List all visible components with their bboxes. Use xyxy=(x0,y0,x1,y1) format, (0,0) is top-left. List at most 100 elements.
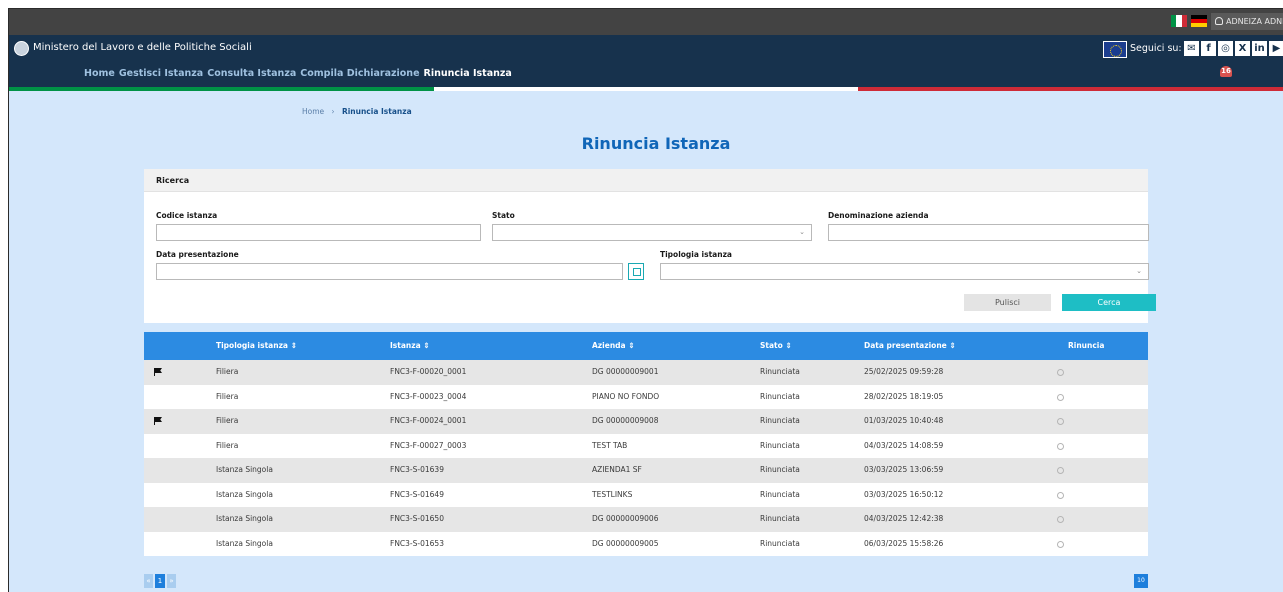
table-row[interactable]: Istanza Singola FNC3-S-01649 TESTLINKS Rinu… xyxy=(144,482,1148,507)
table-row[interactable]: Filiera FNC3-F-00027_0003 TEST TAB Rinuncia… xyxy=(144,433,1148,458)
table-row[interactable]: Istanza Singola FNC3-S-01653 DG 0000000900… xyxy=(144,531,1148,556)
cell-data: 04/03/2025 12:42:38 xyxy=(864,514,944,523)
user-name: ADNEIZA ADNEIZA xyxy=(1226,17,1283,26)
column-header-istanza[interactable]: Istanza ⇕ xyxy=(390,332,430,360)
chevron-down-icon: ⌄ xyxy=(1136,267,1142,275)
cell-azienda: PIANO NO FONDO xyxy=(592,391,660,401)
cell-stato: Rinunciata xyxy=(760,416,800,425)
cell-tipologia: Istanza Singola xyxy=(216,465,273,474)
rinuncia-radio-icon[interactable] xyxy=(1057,540,1064,548)
user-icon xyxy=(1215,17,1223,25)
cell-azienda: TEST TAB xyxy=(592,440,628,450)
rinuncia-radio-icon[interactable] xyxy=(1057,491,1064,499)
denominazione-azienda-label: Denominazione azienda xyxy=(828,211,929,220)
pagination-next-button[interactable]: » xyxy=(167,574,176,588)
cell-azienda: DG 00000009006 xyxy=(592,514,659,523)
table-row[interactable]: Istanza Singola FNC3-S-01639 AZIENDA1 SF Ri… xyxy=(144,458,1148,483)
pagination-page-1[interactable]: 1 xyxy=(155,574,165,588)
nav-item-compila-dichiarazione[interactable]: Compila Dichiarazione xyxy=(300,68,419,79)
rinuncia-radio-icon[interactable] xyxy=(1057,467,1064,474)
cell-data: 03/03/2025 16:50:12 xyxy=(864,489,944,499)
tipologia-istanza-label: Tipologia istanza xyxy=(660,250,732,259)
cell-data: 03/03/2025 13:06:59 xyxy=(864,465,944,474)
cell-azienda: DG 00000009008 xyxy=(592,416,659,425)
notifications-bell-icon[interactable]: 16 xyxy=(1220,64,1232,78)
german-flag-icon[interactable] xyxy=(1191,15,1207,27)
results-table: Tipologia istanza ⇕ Istanza ⇕ Azienda ⇕ Sta… xyxy=(144,332,1148,556)
stato-select[interactable]: ⌄ xyxy=(492,224,812,241)
calendar-icon[interactable] xyxy=(628,263,644,280)
cell-data: 06/03/2025 15:58:26 xyxy=(864,538,944,548)
cell-istanza: FNC3-S-01650 xyxy=(390,514,444,523)
nav-item-gestisci-istanza[interactable]: Gestisci Istanza xyxy=(119,68,203,79)
cell-istanza: FNC3-F-00020_0001 xyxy=(390,367,467,376)
cell-istanza: FNC3-F-00027_0003 xyxy=(390,440,467,450)
table-row[interactable]: Filiera FNC3-F-00024_0001 DG 00000009008 Ri… xyxy=(144,409,1148,434)
table-header: Tipologia istanza ⇕ Istanza ⇕ Azienda ⇕ Sta… xyxy=(144,332,1148,360)
main-nav: Home Gestisci Istanza Consulta Istanza Comp… xyxy=(84,68,512,79)
eu-flag-icon xyxy=(1103,41,1127,58)
clear-button[interactable]: Pulisci xyxy=(964,294,1051,311)
search-card-heading: Ricerca xyxy=(144,169,1148,192)
user-menu-button[interactable]: ADNEIZA ADNEIZA xyxy=(1211,13,1283,30)
notification-count: 16 xyxy=(1220,66,1232,77)
cell-stato: Rinunciata xyxy=(760,391,800,401)
nav-item-home[interactable]: Home xyxy=(84,68,115,79)
ministry-emblem-icon xyxy=(14,41,29,56)
column-header-azienda[interactable]: Azienda ⇕ xyxy=(592,332,635,360)
cell-azienda: DG 00000009001 xyxy=(592,367,659,376)
nav-item-consulta-istanza[interactable]: Consulta Istanza xyxy=(207,68,296,79)
cell-istanza: FNC3-S-01639 xyxy=(390,465,444,474)
cell-istanza: FNC3-S-01653 xyxy=(390,538,444,548)
cell-stato: Rinunciata xyxy=(760,440,800,450)
mail-icon[interactable]: ✉ xyxy=(1184,41,1199,56)
youtube-icon[interactable]: ▶ xyxy=(1269,41,1283,56)
browser-viewport: ADNEIZA ADNEIZA Ministero del Lavoro e d… xyxy=(8,8,1283,592)
cell-azienda: DG 00000009005 xyxy=(592,538,659,548)
breadcrumb-separator: › xyxy=(331,107,335,116)
cell-istanza: FNC3-S-01649 xyxy=(390,489,444,499)
tipologia-istanza-select[interactable]: ⌄ xyxy=(660,263,1149,280)
data-presentazione-label: Data presentazione xyxy=(156,250,239,259)
rinuncia-radio-icon[interactable] xyxy=(1057,516,1064,523)
cell-data: 28/02/2025 18:19:05 xyxy=(864,391,944,401)
rinuncia-radio-icon[interactable] xyxy=(1057,393,1064,401)
rinuncia-radio-icon[interactable] xyxy=(1057,369,1064,376)
column-header-data[interactable]: Data presentazione ⇕ xyxy=(864,332,956,360)
pagination-prev-button[interactable]: « xyxy=(144,574,153,588)
cell-stato: Rinunciata xyxy=(760,538,800,548)
codice-istanza-input[interactable] xyxy=(156,224,481,241)
denominazione-azienda-input[interactable] xyxy=(828,224,1149,241)
cell-data: 25/02/2025 09:59:28 xyxy=(864,367,944,376)
chevron-down-icon: ⌄ xyxy=(799,228,805,236)
cell-tipologia: Filiera xyxy=(216,440,239,450)
cell-stato: Rinunciata xyxy=(760,465,800,474)
column-header-rinuncia: Rinuncia xyxy=(1068,341,1105,350)
data-presentazione-input[interactable] xyxy=(156,263,623,280)
rinuncia-radio-icon[interactable] xyxy=(1057,442,1064,450)
utility-bar: ADNEIZA ADNEIZA xyxy=(9,9,1283,35)
search-button[interactable]: Cerca xyxy=(1062,294,1156,311)
rinuncia-radio-icon[interactable] xyxy=(1057,418,1064,425)
breadcrumb-current: Rinuncia Istanza xyxy=(341,107,412,116)
nav-item-rinuncia-istanza[interactable]: Rinuncia Istanza xyxy=(424,68,512,79)
tricolor-stripe xyxy=(858,87,1283,91)
breadcrumb-home[interactable]: Home xyxy=(302,107,324,116)
table-row[interactable]: Filiera FNC3-F-00023_0004 PIANO NO FONDO Ri… xyxy=(144,384,1148,409)
cell-azienda: TESTLINKS xyxy=(592,489,633,499)
table-row[interactable]: Filiera FNC3-F-00020_0001 DG 00000009001 Ri… xyxy=(144,360,1148,385)
x-icon[interactable]: X xyxy=(1235,41,1250,56)
table-row[interactable]: Istanza Singola FNC3-S-01650 DG 0000000900… xyxy=(144,507,1148,532)
instagram-icon[interactable]: ◎ xyxy=(1218,41,1233,56)
facebook-icon[interactable]: f xyxy=(1201,41,1216,56)
ministry-name[interactable]: Ministero del Lavoro e delle Politiche S… xyxy=(33,42,252,53)
italian-flag-icon[interactable] xyxy=(1171,15,1187,27)
column-header-stato[interactable]: Stato ⇕ xyxy=(760,332,792,360)
cell-tipologia: Istanza Singola xyxy=(216,538,273,548)
tricolor-stripe xyxy=(433,87,859,91)
column-header-tipologia[interactable]: Tipologia istanza ⇕ xyxy=(216,332,297,360)
cell-azienda: AZIENDA1 SF xyxy=(592,465,642,474)
linkedin-icon[interactable]: in xyxy=(1252,41,1267,56)
cell-tipologia: Istanza Singola xyxy=(216,489,273,499)
page-size-select[interactable]: 10 xyxy=(1134,574,1148,588)
